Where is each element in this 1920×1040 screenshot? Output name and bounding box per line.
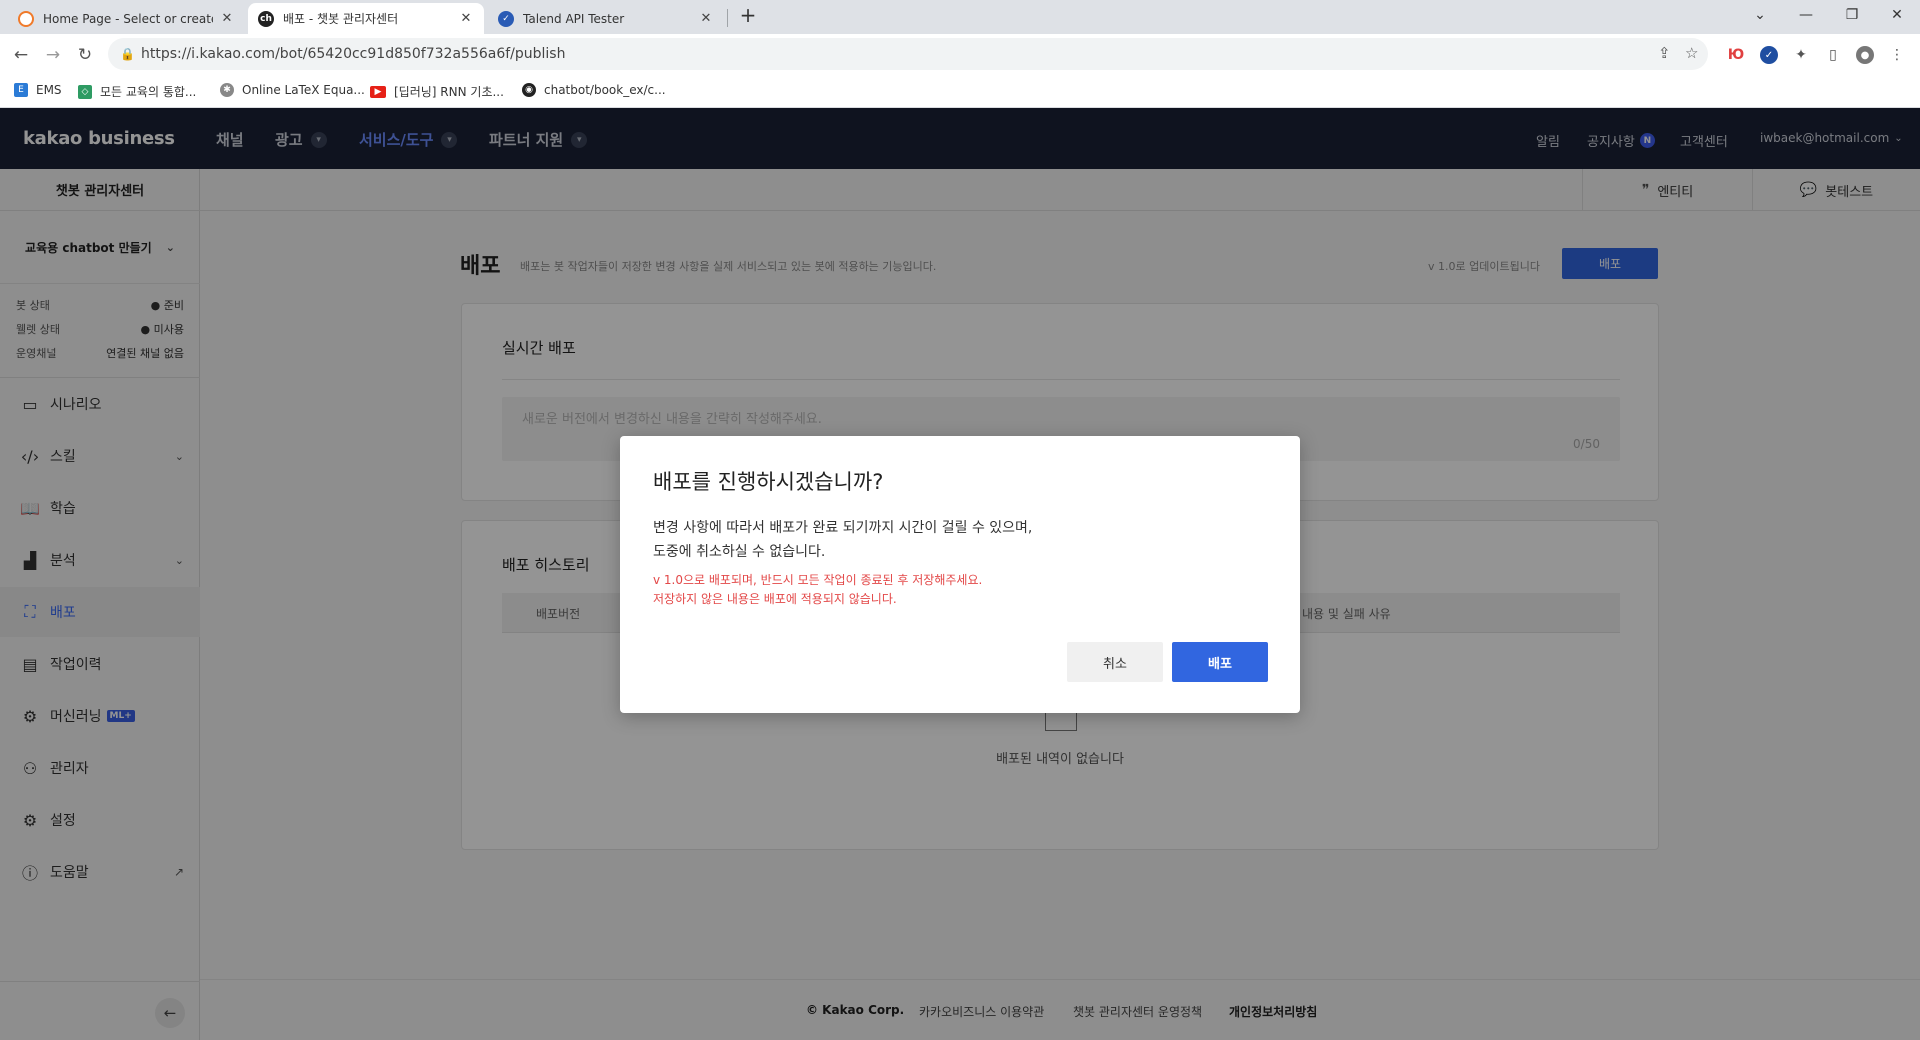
close-icon[interactable]: ✕ [219,11,235,26]
address-bar[interactable]: 🔒 https://i.kakao.com/bot/65420cc91d850f… [108,38,1708,70]
browser-tab-talend[interactable]: ✓ Talend API Tester ✕ [488,3,724,34]
extension-yu-icon[interactable]: Ю [1727,46,1745,64]
cancel-button[interactable]: 취소 [1067,642,1163,682]
ems-icon: E [14,83,28,97]
browser-tab-publish[interactable]: ch 배포 - 챗봇 관리자센터 ✕ [248,3,484,34]
url-text: https://i.kakao.com/bot/65420cc91d850f73… [141,46,566,62]
tab-search-chevron-icon[interactable]: ⌄ [1737,0,1783,30]
browser-tab-home[interactable]: Home Page - Select or create a ✕ [8,3,245,34]
chatbot-favicon-icon: ch [258,10,274,27]
education-icon: ◇ [78,84,92,99]
bookmark-star-icon[interactable]: ☆ [1685,44,1698,62]
confirm-publish-button[interactable]: 배포 [1172,642,1268,682]
gear-icon: ✱ [220,83,234,97]
publish-confirm-dialog: 배포를 진행하시겠습니까? 변경 사항에 따라서 배포가 완료 되기까지 시간이… [620,436,1300,713]
share-icon[interactable]: ⇪ [1658,44,1671,62]
dialog-body-line: 도중에 취소하실 수 없습니다. [653,544,826,560]
tab-title: Talend API Tester [523,11,625,26]
bookmark-label: [딥러닝] RNN 기초... [394,85,504,99]
restore-icon[interactable]: ❐ [1829,0,1875,30]
side-panel-icon[interactable]: ▯ [1824,46,1842,64]
github-icon: ◉ [522,83,536,97]
tab-title: Home Page - Select or create a [43,11,213,26]
dialog-body-line: 변경 사항에 따라서 배포가 완료 되기까지 시간이 걸릴 수 있으며, [653,520,1033,536]
browser-toolbar: ← → ↻ 🔒 https://i.kakao.com/bot/65420cc9… [0,34,1920,75]
bookmark-label: Online LaTeX Equa... [242,83,365,97]
bookmark-label: 모든 교육의 통합... [100,85,197,99]
window-close-icon[interactable]: ✕ [1874,0,1920,30]
browser-menu-icon[interactable]: ⋮ [1888,46,1906,64]
bookmarks-bar: E EMS ◇ 모든 교육의 통합... ✱ Online LaTeX Equa… [0,75,1920,108]
home-page-favicon-icon [18,10,34,27]
dialog-title: 배포를 진행하시겠습니까? [653,470,884,494]
new-tab-plus-icon[interactable]: + [725,0,771,30]
bookmark-latex[interactable]: ✱ Online LaTeX Equa... [220,83,365,97]
bookmark-rnn[interactable]: ▶ [딥러닝] RNN 기초... [370,83,504,100]
lock-icon[interactable]: 🔒 [120,47,135,61]
bookmark-github[interactable]: ◉ chatbot/book_ex/c... [522,83,666,97]
bookmark-ems[interactable]: E EMS [14,83,62,97]
close-icon[interactable]: ✕ [458,11,474,26]
bookmark-label: chatbot/book_ex/c... [544,83,666,97]
youtube-icon: ▶ [370,85,386,98]
bookmark-education[interactable]: ◇ 모든 교육의 통합... [78,83,196,100]
minimize-icon[interactable]: — [1783,0,1829,30]
extensions-puzzle-icon[interactable]: ✦ [1792,46,1810,64]
dialog-warning-line: v 1.0으로 배포되며, 반드시 모든 작업이 종료된 후 저장해주세요. [653,573,983,587]
profile-avatar-icon[interactable]: ● [1856,46,1874,64]
close-icon[interactable]: ✕ [698,11,714,26]
bookmark-label: EMS [36,83,62,97]
back-arrow-icon[interactable]: ← [8,42,34,68]
dialog-warning-line: 저장하지 않은 내용은 배포에 적용되지 않습니다. [653,592,897,606]
extension-check-icon[interactable]: ✓ [1760,46,1778,64]
talend-favicon-icon: ✓ [498,10,514,27]
forward-arrow-icon[interactable]: → [40,42,66,68]
browser-tab-bar: Home Page - Select or create a ✕ ch 배포 -… [0,0,1920,34]
reload-icon[interactable]: ↻ [72,42,98,68]
tab-title: 배포 - 챗봇 관리자센터 [283,12,399,26]
